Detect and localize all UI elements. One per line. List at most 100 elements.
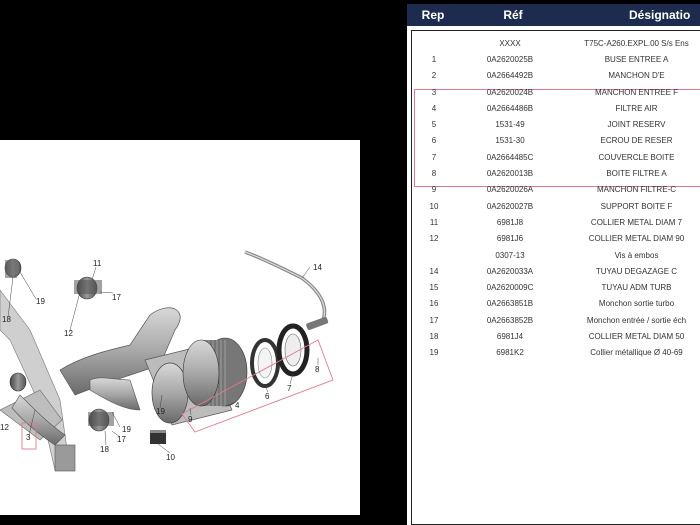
- table-row: 16 0A2663851B Monchon sortie turbo: [412, 296, 700, 312]
- designation-cell: COLLIER METAL DIAM 90: [588, 234, 685, 244]
- callout-4: 4: [235, 401, 240, 410]
- rep-cell: 19: [429, 348, 439, 358]
- rep-cell: 18: [429, 331, 439, 341]
- table-row: 11 6981J8 COLLIER METAL DIAM 7: [412, 214, 700, 230]
- ref-cell: 0A2664485C: [486, 152, 534, 162]
- table-row: 1 0A2620025B BUSE ENTREE A: [412, 51, 700, 67]
- table-row: 17 0A2663852B Monchon entrée / sortie éch: [412, 312, 700, 328]
- table-row: XXXX T75C-A260.EXPL.00 S/s Ens: [412, 35, 700, 51]
- table-row: 9 0A2620026A MANCHON FILTRE-C: [412, 182, 700, 198]
- ref-cell: 6981J6: [496, 234, 524, 244]
- callout-12: 12: [64, 329, 73, 338]
- header-designation: Désignatio: [629, 8, 691, 22]
- table-row: 4 0A2664486B FILTRE AIR: [412, 100, 700, 116]
- table-row: 5 1531-49 JOINT RESERV: [412, 116, 700, 132]
- callout-8: 8: [315, 365, 320, 374]
- header-rep: Rep: [421, 8, 445, 22]
- rep-cell: 4: [431, 103, 437, 113]
- rep-cell: 14: [429, 266, 439, 276]
- ref-cell: 0A2620026A: [486, 185, 534, 195]
- ref-cell: 6981J8: [496, 217, 524, 227]
- callout-10: 10: [166, 453, 175, 462]
- designation-cell: JOINT RESERV: [607, 120, 666, 130]
- designation-cell: BOITE FILTRE A: [606, 169, 667, 179]
- ref-cell: 0A2664486B: [486, 103, 534, 113]
- ref-cell: 0A2620009C: [486, 283, 534, 293]
- table-row: 14 0A2620033A TUYAU DEGAZAGE C: [412, 263, 700, 279]
- ref-cell: 1531-30: [495, 136, 525, 146]
- callout-11: 11: [93, 259, 102, 268]
- ref-cell: 0A2664492B: [486, 71, 534, 81]
- ref-cell: XXXX: [499, 38, 521, 48]
- table-row: 18 6981J4 COLLIER METAL DIAM 50: [412, 328, 700, 344]
- ref-cell: 6981J4: [496, 331, 524, 341]
- callout-3: 3: [26, 433, 31, 442]
- ref-cell: 0A2620013B: [486, 169, 534, 179]
- header-ref: Réf: [503, 8, 523, 22]
- ref-cell: 1531-49: [495, 120, 525, 130]
- ref-cell: 0307-13: [495, 250, 525, 260]
- ref-cell: 0A2620027B: [486, 201, 534, 211]
- callout-18: 18: [2, 315, 11, 324]
- rep-cell: 10: [429, 201, 439, 211]
- ref-cell: 0A2620024B: [486, 87, 534, 97]
- ref-cell: 6981K2: [496, 348, 524, 358]
- rep-cell: 3: [431, 87, 437, 97]
- designation-cell: ECROU DE RESER: [600, 136, 673, 146]
- rep-cell: 12: [429, 234, 439, 244]
- table-row: 6 1531-30 ECROU DE RESER: [412, 133, 700, 149]
- callout-12b: 12: [0, 423, 9, 432]
- rep-cell: 16: [429, 299, 439, 309]
- ref-cell: 0A2620033A: [486, 266, 534, 276]
- ref-cell: 0A2663851B: [486, 299, 534, 309]
- designation-cell: T75C-A260.EXPL.00 S/s Ens: [584, 38, 689, 48]
- designation-cell: Monchon sortie turbo: [598, 299, 675, 309]
- parts-table: Rep Réf Désignatio XXXX T75C-A260.EXPL.00…: [407, 4, 700, 525]
- callout-18b: 18: [100, 445, 109, 454]
- callout-6: 6: [265, 392, 270, 401]
- rep-cell: 9: [431, 185, 437, 195]
- designation-cell: COLLIER METAL DIAM 7: [590, 217, 683, 227]
- designation-cell: TUYAU ADM TURB: [601, 283, 672, 293]
- designation-cell: FILTRE AIR: [615, 103, 658, 113]
- callout-19d: 19: [156, 407, 165, 416]
- designation-cell: COUVERCLE BOITE: [598, 152, 675, 162]
- table-row: 8 0A2620013B BOITE FILTRE A: [412, 165, 700, 181]
- rep-cell: 5: [431, 120, 437, 130]
- designation-cell: BUSE ENTREE A: [604, 54, 669, 64]
- callout-17: 17: [112, 293, 121, 302]
- designation-cell: MANCHON FILTRE-C: [597, 185, 676, 195]
- ref-cell: 0A2663852B: [486, 315, 534, 325]
- designation-cell: COLLIER METAL DIAM 50: [588, 331, 685, 341]
- rep-cell: 2: [431, 71, 437, 81]
- table-row: 19 6981K2 Collier métallique Ø 40-69: [412, 345, 700, 361]
- table-row: 15 0A2620009C TUYAU ADM TURB: [412, 279, 700, 295]
- callout-17b: 17: [117, 435, 126, 444]
- callout-19c: 19: [122, 425, 131, 434]
- rep-cell: 8: [431, 169, 437, 179]
- table-row: 10 0A2620027B SUPPORT BOITE F: [412, 198, 700, 214]
- table-row: 7 0A2664485C COUVERCLE BOITE: [412, 149, 700, 165]
- table-row: 12 6981J6 COLLIER METAL DIAM 90: [412, 231, 700, 247]
- rep-cell: 7: [431, 152, 437, 162]
- designation-cell: SUPPORT BOITE F: [600, 201, 673, 211]
- designation-cell: TUYAU DEGAZAGE C: [595, 266, 678, 276]
- rep-cell: 6: [431, 136, 437, 146]
- rep-cell: 11: [429, 217, 439, 227]
- table-row: 0307-13 Vis à embos: [412, 247, 700, 263]
- designation-cell: MANCHON ENTREE F: [594, 87, 679, 97]
- rep-cell: 15: [429, 283, 439, 293]
- ref-cell: 0A2620025B: [486, 54, 534, 64]
- table-row: 3 0A2620024B MANCHON ENTREE F: [412, 84, 700, 100]
- air-intake-diagram: 14 11 19 18 19 12 17 3 19 18 17 12 10 19…: [0, 250, 334, 472]
- callout-14: 14: [313, 263, 322, 272]
- rep-cell: 17: [429, 315, 439, 325]
- exploded-diagram: 14 11 19 18 19 12 17 3 19 18 17 12 10 19…: [0, 140, 360, 515]
- designation-cell: MANCHON D'E: [608, 71, 665, 81]
- table-row: 2 0A2664492B MANCHON D'E: [412, 68, 700, 84]
- table-body: XXXX T75C-A260.EXPL.00 S/s Ens 1 0A2620025B…: [411, 30, 700, 525]
- table-header: Rep Réf Désignatio: [407, 4, 700, 26]
- rep-cell: 1: [431, 54, 437, 64]
- designation-cell: Vis à embos: [614, 250, 659, 260]
- callout-9: 9: [188, 415, 193, 424]
